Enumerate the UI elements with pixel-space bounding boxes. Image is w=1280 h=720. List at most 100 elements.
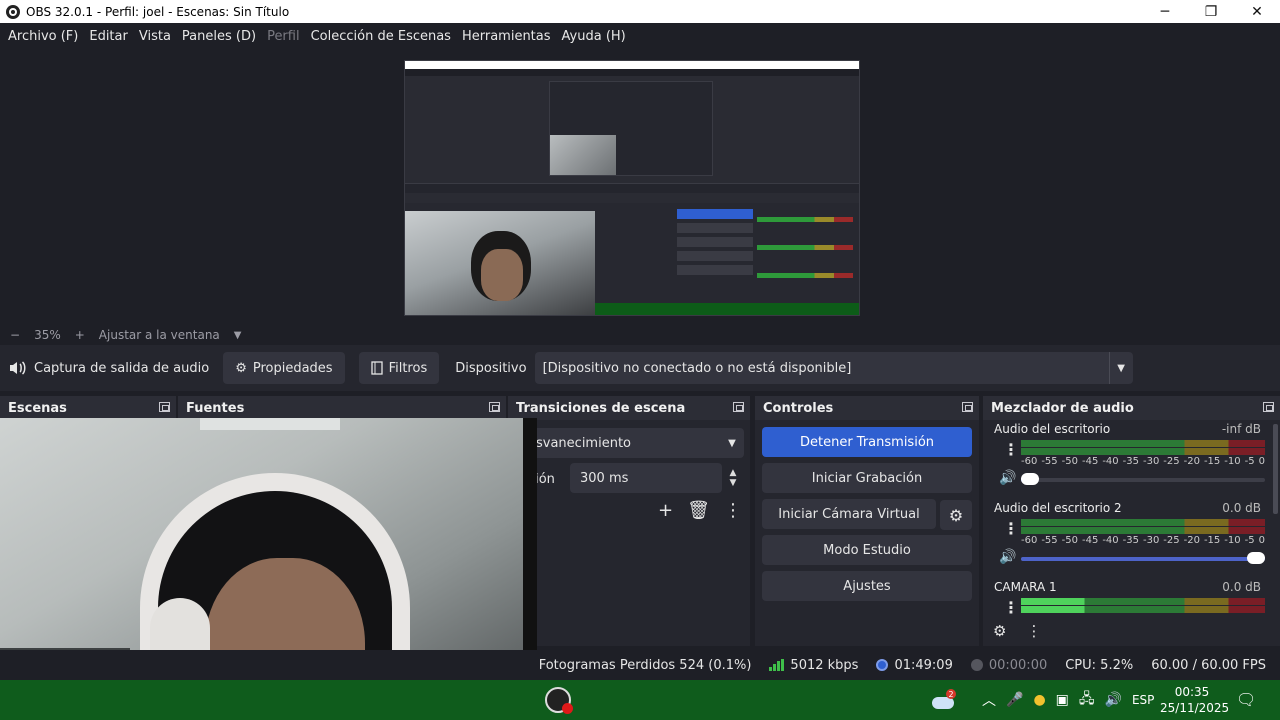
- trash-icon[interactable]: 🗑: [687, 500, 710, 521]
- undock-icon[interactable]: [159, 402, 170, 412]
- zoom-in-button[interactable]: +: [75, 328, 85, 342]
- controls-dock: Controles Detener Transmisión Iniciar Gr…: [755, 396, 979, 646]
- bitrate-value: 5012 kbps: [790, 657, 859, 673]
- preview-nested-context-bar: [405, 183, 859, 193]
- undock-icon[interactable]: [962, 402, 973, 412]
- undock-icon[interactable]: [489, 402, 500, 412]
- clock-time: 00:35: [1174, 685, 1210, 699]
- zoom-out-button[interactable]: −: [10, 328, 20, 342]
- settings-button[interactable]: Ajustes: [762, 571, 972, 601]
- gear-icon: ⚙: [235, 360, 247, 376]
- channel-meter: [1021, 448, 1265, 455]
- channel-menu-icon[interactable]: ⋮: [1003, 519, 1019, 538]
- start-recording-button[interactable]: Iniciar Grabación: [762, 463, 972, 493]
- zoom-dropdown-icon[interactable]: ▼: [234, 330, 242, 341]
- taskbar-clock[interactable]: 00:35 25/11/2025: [1160, 684, 1229, 716]
- menu-file[interactable]: Archivo (F): [4, 29, 82, 44]
- language-indicator[interactable]: ESP: [1132, 693, 1154, 707]
- context-source-name: Captura de salida de audio: [34, 360, 210, 376]
- menu-docks[interactable]: Paneles (D): [178, 29, 260, 44]
- network-icon[interactable]: 🖧: [1079, 688, 1095, 712]
- preview-area[interactable]: [0, 50, 1280, 325]
- more-options-icon[interactable]: ⋮: [724, 500, 742, 521]
- scale-tick: -60: [1021, 456, 1038, 467]
- mixer-menu-icon[interactable]: ⋮: [1026, 622, 1041, 640]
- fit-to-window-label[interactable]: Ajustar a la ventana: [99, 328, 220, 342]
- notification-icon[interactable]: 🗨: [1236, 690, 1256, 709]
- menu-help[interactable]: Ayuda (H): [558, 29, 630, 44]
- scale-tick: -55: [1041, 456, 1058, 467]
- minimize-button[interactable]: ─: [1142, 0, 1188, 23]
- filters-label: Filtros: [388, 360, 428, 376]
- menu-view[interactable]: Vista: [135, 29, 175, 44]
- recording-icon: [970, 659, 983, 671]
- fps-status: 60.00 / 60.00 FPS: [1151, 657, 1266, 673]
- app-tray-icon[interactable]: ●: [1033, 692, 1045, 708]
- cpu-usage: CPU: 5.2%: [1065, 657, 1134, 673]
- window-title: OBS 32.0.1 - Perfil: joel - Escenas: Sin…: [26, 4, 290, 19]
- mixer-scrollbar[interactable]: [1273, 424, 1278, 514]
- start-virtual-camera-button[interactable]: Iniciar Cámara Virtual: [762, 499, 936, 529]
- device-tray-icon[interactable]: ▣: [1056, 692, 1069, 708]
- spin-up-icon[interactable]: ▲: [730, 468, 737, 478]
- advanced-audio-icon[interactable]: ⚙: [993, 622, 1006, 640]
- channel-menu-icon[interactable]: ⋮: [1003, 598, 1019, 617]
- scale-tick: -50: [1061, 456, 1078, 467]
- stream-status: 01:49:09: [876, 658, 953, 673]
- chevron-down-icon: ▼: [1108, 352, 1133, 384]
- scale-tick: -25: [1163, 535, 1180, 546]
- filters-button[interactable]: Filtros: [358, 352, 440, 384]
- properties-button[interactable]: ⚙ Propiedades: [223, 352, 345, 384]
- transition-select[interactable]: svanecimiento ▼: [508, 428, 744, 458]
- menu-profile[interactable]: Perfil: [263, 29, 304, 44]
- preview-nested-meter: [757, 273, 853, 278]
- add-icon[interactable]: +: [658, 500, 673, 521]
- mixer-channel: Audio del escritorio 2 0.0 dB ⋮ -60 -55 -5…: [989, 501, 1265, 577]
- maximize-button[interactable]: ❐: [1188, 0, 1234, 23]
- channel-menu-icon[interactable]: ⋮: [1003, 440, 1019, 459]
- tray-chevron-icon[interactable]: ︿: [982, 690, 996, 710]
- volume-slider-knob[interactable]: [1021, 473, 1039, 485]
- studio-mode-button[interactable]: Modo Estudio: [762, 535, 972, 565]
- preview-canvas[interactable]: [404, 60, 860, 316]
- volume-icon[interactable]: 🔊: [1105, 692, 1122, 708]
- sources-title: Fuentes: [186, 400, 245, 416]
- weather-icon[interactable]: 2: [930, 689, 956, 711]
- streaming-icon: [876, 659, 889, 671]
- scale-tick: -40: [1102, 456, 1119, 467]
- menu-edit[interactable]: Editar: [85, 29, 132, 44]
- undock-icon[interactable]: [1263, 402, 1274, 412]
- transition-toolbar: + 🗑 ⋮: [658, 500, 742, 521]
- channel-scale: -60 -55 -50 -45 -40 -35 -30 -25 -20 -15 -10 -5 0: [1021, 456, 1265, 467]
- spin-down-icon[interactable]: ▼: [730, 478, 737, 488]
- mute-toggle-icon[interactable]: 🔊: [999, 549, 1016, 565]
- dropped-frames: Fotogramas Perdidos 524 (0.1%): [538, 657, 752, 673]
- stop-streaming-button[interactable]: Detener Transmisión: [762, 427, 972, 457]
- device-select[interactable]: [Dispositivo no conectado o no está disp…: [534, 352, 1133, 384]
- close-button[interactable]: ✕: [1234, 0, 1280, 23]
- filter-icon: [370, 361, 383, 375]
- volume-slider[interactable]: [1021, 473, 1265, 485]
- scale-tick: -25: [1163, 456, 1180, 467]
- properties-label: Propiedades: [252, 360, 333, 376]
- scale-tick: -55: [1041, 535, 1058, 546]
- obs-taskbar-icon[interactable]: [545, 687, 573, 714]
- controls-dock-title: Controles: [755, 396, 979, 420]
- undock-icon[interactable]: [733, 402, 744, 412]
- weather-badge: 2: [946, 689, 956, 699]
- scale-tick: -15: [1203, 456, 1221, 467]
- duration-input[interactable]: 300 ms: [570, 463, 722, 493]
- channel-db: 0.0 dB: [1222, 580, 1261, 594]
- preview-nested-meter: [757, 245, 853, 250]
- virtual-camera-settings-button[interactable]: ⚙: [940, 500, 972, 530]
- volume-slider[interactable]: [1021, 552, 1265, 564]
- mixer-channel: CAMARA 1 0.0 dB ⋮: [989, 580, 1265, 620]
- mute-toggle-icon[interactable]: 🔊: [999, 470, 1016, 486]
- scenes-title: Escenas: [8, 400, 67, 416]
- duration-spinner[interactable]: ▲ ▼: [722, 463, 744, 493]
- channel-db: -inf dB: [1221, 422, 1261, 436]
- menu-scene-collection[interactable]: Colección de Escenas: [307, 29, 455, 44]
- volume-slider-knob[interactable]: [1247, 552, 1265, 564]
- menu-tools[interactable]: Herramientas: [458, 29, 555, 44]
- microphone-icon[interactable]: 🎤: [1006, 692, 1023, 708]
